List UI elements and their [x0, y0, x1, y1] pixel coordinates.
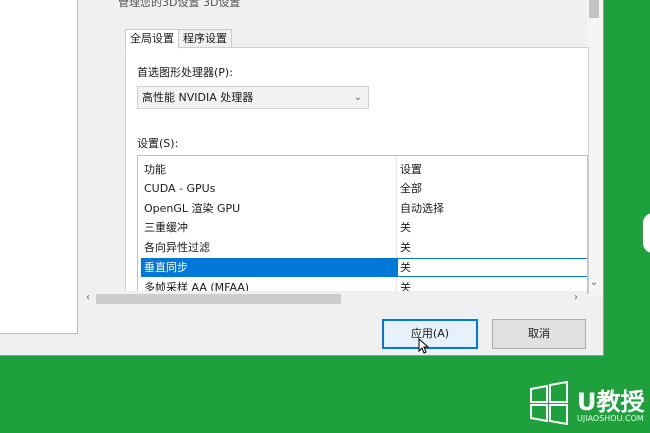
- tab-program-settings-label: 程序设置: [183, 32, 227, 45]
- table-row-selected[interactable]: 垂直同步 关: [138, 258, 587, 277]
- preferred-gpu-label: 首选图形处理器(P):: [137, 66, 233, 79]
- watermark-url: UJIAOSHOU.COM: [577, 414, 644, 423]
- feature-cell: 三重缓冲: [144, 221, 188, 234]
- preferred-gpu-dropdown[interactable]: 高性能 NVIDIA 处理器 ⌄: [137, 86, 369, 109]
- table-row[interactable]: OpenGL 渲染 GPU 自动选择: [138, 199, 587, 218]
- scroll-down-arrow-icon[interactable]: ⌄: [588, 277, 600, 288]
- mouse-pointer-icon: [418, 338, 430, 354]
- feature-cell: OpenGL 渲染 GPU: [144, 202, 241, 215]
- scroll-right-arrow-icon[interactable]: ›: [574, 292, 578, 303]
- tab-program-settings[interactable]: 程序设置: [178, 29, 232, 49]
- tab-global-settings-label: 全局设置: [130, 32, 174, 45]
- settings-list: 功能 设置 CUDA - GPUs 全部 OpenGL 渲染 GPU 自动选择 …: [137, 155, 588, 293]
- cancel-button[interactable]: 取消: [492, 319, 586, 349]
- nvidia-control-panel-window: 管理您的3D设置 3D设置 ⌄ 全局设置 程序设置 首选图形处理器(P): 高性…: [0, 0, 604, 356]
- setting-cell: 关: [400, 261, 411, 274]
- vertical-scrollbar-thumb[interactable]: [589, 0, 599, 18]
- feature-cell: 垂直同步: [144, 261, 188, 274]
- list-header: 功能 设置: [138, 160, 587, 179]
- windows-logo-icon: [530, 381, 568, 425]
- table-row[interactable]: CUDA - GPUs 全部: [138, 179, 587, 198]
- setting-cell: 全部: [400, 182, 422, 195]
- chevron-down-icon: ⌄: [353, 92, 362, 103]
- apply-button[interactable]: 应用(A): [382, 319, 478, 349]
- section-header: 管理您的3D设置 3D设置: [118, 0, 241, 9]
- feature-cell: CUDA - GPUs: [144, 182, 216, 195]
- table-row[interactable]: 三重缓冲 关: [138, 218, 587, 237]
- setting-cell: 自动选择: [400, 202, 444, 215]
- table-row[interactable]: 各向异性过滤 关: [138, 238, 587, 257]
- setting-cell: 关: [400, 241, 411, 254]
- vertical-scrollbar[interactable]: [587, 0, 602, 296]
- settings-label: 设置(S):: [137, 137, 179, 150]
- watermark-brand: U教授: [577, 388, 645, 416]
- horizontal-scrollbar-thumb[interactable]: [96, 294, 341, 304]
- tab-global-settings[interactable]: 全局设置: [125, 29, 179, 49]
- desktop-edge-shape: [643, 213, 650, 253]
- setting-cell: 关: [400, 221, 411, 234]
- feature-cell: 各向异性过滤: [144, 241, 210, 254]
- column-header-feature: 功能: [144, 163, 166, 176]
- setting-dropdown-cell[interactable]: [397, 258, 587, 277]
- column-header-setting: 设置: [400, 163, 422, 176]
- preferred-gpu-value: 高性能 NVIDIA 处理器: [142, 91, 254, 104]
- left-navigation-panel: [0, 0, 78, 334]
- scroll-left-arrow-icon[interactable]: ‹: [86, 292, 90, 303]
